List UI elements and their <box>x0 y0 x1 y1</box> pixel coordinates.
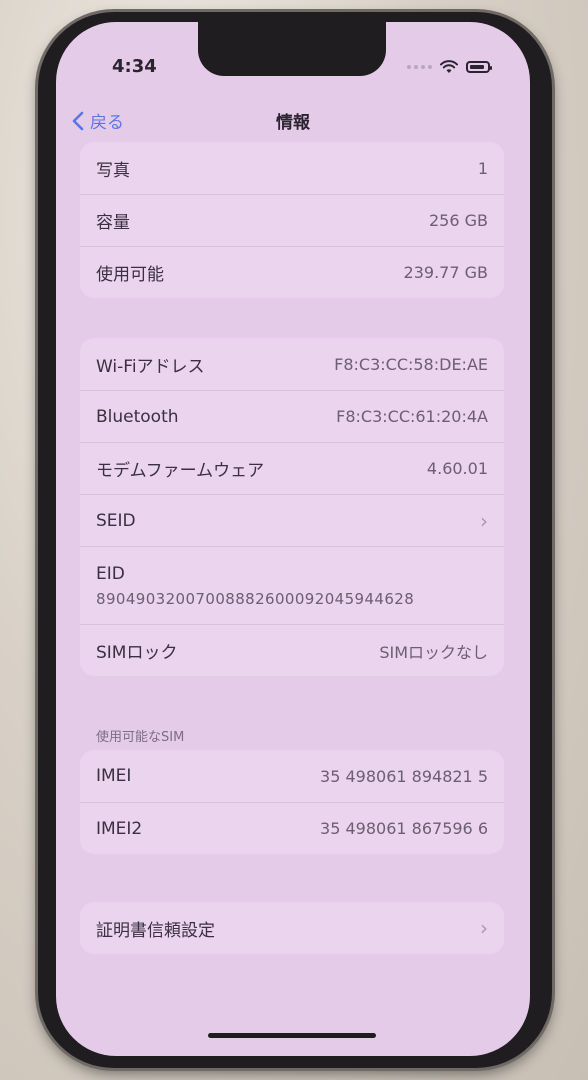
imei-label: IMEI <box>96 766 132 786</box>
eid-label: EID <box>96 563 125 584</box>
chevron-right-icon: › <box>480 508 488 533</box>
status-time: 4:34 <box>112 56 157 77</box>
photos-value: 1 <box>477 158 488 178</box>
notch <box>198 22 386 76</box>
imei2-value: 35 498061 867596 6 <box>320 819 488 838</box>
photos-label: 写真 <box>96 160 130 181</box>
row-seid[interactable]: SEID › <box>80 494 504 546</box>
available-label: 使用可能 <box>96 265 164 285</box>
row-sim-lock: SIMロック SIMロックなし <box>80 624 504 676</box>
modem-firmware-value: 4.60.01 <box>426 459 488 478</box>
wifi-icon <box>440 60 458 73</box>
wifi-address-label: Wi-Fiアドレス <box>96 356 205 377</box>
capacity-label: 容量 <box>96 213 130 233</box>
row-imei2: IMEI2 35 498061 867596 6 <box>80 802 504 854</box>
storage-group: 写真 1 容量 256 GB 使用可能 239.77 GB <box>80 142 504 298</box>
page-title: 情報 <box>276 113 310 133</box>
modem-firmware-label: モデムファームウェア <box>96 461 265 481</box>
capacity-value: 256 GB <box>429 211 488 230</box>
wifi-address-value: F8:C3:CC:58:DE:AE <box>334 354 488 374</box>
bluetooth-label: Bluetooth <box>96 406 179 427</box>
row-available: 使用可能 239.77 GB <box>80 246 504 298</box>
row-photos: 写真 1 <box>80 142 504 194</box>
row-imei: IMEI 35 498061 894821 5 <box>80 750 504 802</box>
sim-lock-value: SIMロックなし <box>379 642 488 662</box>
certificate-trust-label[interactable]: 証明書信頼設定 <box>96 916 215 941</box>
row-wifi-address: Wi-Fiアドレス F8:C3:CC:58:DE:AE <box>80 338 504 390</box>
row-modem-firmware: モデムファームウェア 4.60.01 <box>80 442 504 494</box>
bluetooth-value: F8:C3:CC:61:20:4A <box>336 407 488 426</box>
sim-section-header: 使用可能なSIM <box>96 730 185 745</box>
sim-group: IMEI 35 498061 894821 5 IMEI2 35 498061 … <box>80 750 504 854</box>
certificate-group: 証明書信頼設定 › <box>80 902 504 954</box>
imei-value: 35 498061 894821 5 <box>320 766 488 786</box>
available-value: 239.77 GB <box>403 263 488 282</box>
home-indicator <box>208 1033 376 1038</box>
seid-label[interactable]: SEID <box>96 511 136 531</box>
screen: 4:34 戻る 情報 写真 1 容量 256 GB 使用可能 239.77 GB… <box>56 22 530 1056</box>
row-capacity: 容量 256 GB <box>80 194 504 246</box>
signal-dots-icon <box>407 65 432 69</box>
chevron-right-icon: › <box>480 916 488 940</box>
status-icons <box>407 60 492 74</box>
battery-icon <box>466 61 492 73</box>
navigation-bar: 戻る 情報 <box>56 102 530 142</box>
row-bluetooth: Bluetooth F8:C3:CC:61:20:4A <box>80 390 504 442</box>
sim-lock-label: SIMロック <box>96 643 178 663</box>
row-eid: EID 89049032007008882600092045944628 <box>80 546 504 624</box>
eid-value: 89049032007008882600092045944628 <box>96 589 415 608</box>
row-certificate-trust[interactable]: 証明書信頼設定 › <box>80 902 504 954</box>
network-group: Wi-Fiアドレス F8:C3:CC:58:DE:AE Bluetooth F8… <box>80 338 504 676</box>
imei2-label: IMEI2 <box>96 818 143 839</box>
